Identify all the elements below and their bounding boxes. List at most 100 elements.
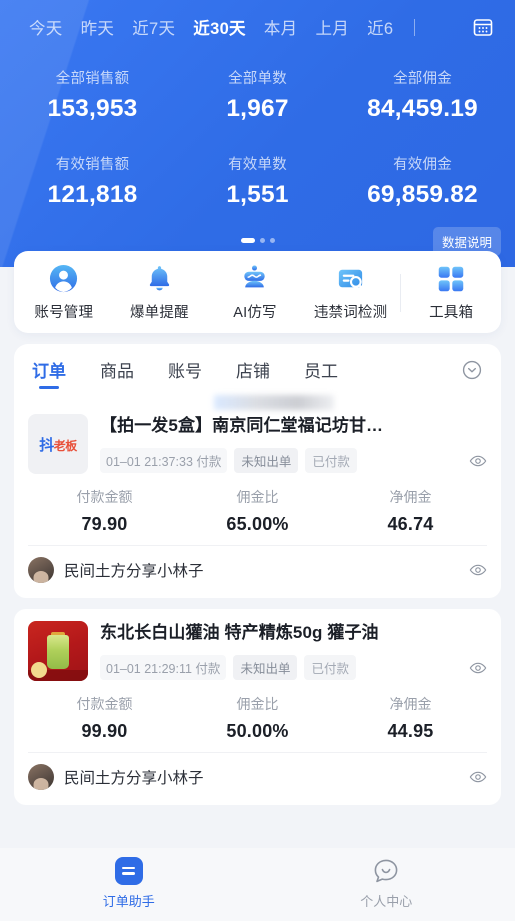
figure-value: 79.90 xyxy=(81,514,128,534)
tab-shops[interactable]: 店铺 xyxy=(236,357,270,389)
status-badge-payment: 已付款 xyxy=(305,448,357,474)
quick-action-label: 工具箱 xyxy=(429,305,474,321)
product-thumbnail[interactable] xyxy=(28,621,88,681)
avatar xyxy=(28,764,54,790)
brand-logo-main: 抖 xyxy=(39,436,54,454)
stat-value: 1,967 xyxy=(226,95,289,122)
figure-label: 净佣金 xyxy=(389,489,432,505)
stat-label: 全部单数 xyxy=(228,71,287,87)
toolbar-divider xyxy=(414,18,416,36)
stats-row-all: 全部销售额 153,953 全部单数 1,967 全部佣金 84,459.19 xyxy=(0,67,515,123)
bell-icon xyxy=(144,263,175,294)
stat-valid-sales: 有效销售额 121,818 xyxy=(10,153,175,209)
order-info: 【拍一发5盒】南京同仁堂福记坊甘… 01–01 21:37:33 付款 未知出单… xyxy=(100,414,487,474)
tab-products[interactable]: 商品 xyxy=(100,357,134,389)
order-card-header: 抖老板 【拍一发5盒】南京同仁堂福记坊甘… 01–01 21:37:33 付款 … xyxy=(28,414,487,474)
stat-label: 有效单数 xyxy=(228,157,287,173)
brand-logo-sub: 老板 xyxy=(53,438,78,453)
nav-item-label: 个人中心 xyxy=(360,893,413,909)
tab-accounts[interactable]: 账号 xyxy=(168,357,202,389)
carousel-dot-2[interactable] xyxy=(259,237,265,243)
carousel-dot-3[interactable] xyxy=(269,237,275,243)
nav-item-order-assistant[interactable]: 订单助手 xyxy=(0,856,258,910)
text-search-icon xyxy=(335,263,366,294)
stat-value: 121,818 xyxy=(47,181,138,208)
figure-value: 46.74 xyxy=(387,514,434,534)
order-meta-row: 01–01 21:29:11 付款 未知出单 已付款 xyxy=(100,655,487,681)
date-tab-this-month[interactable]: 本月 xyxy=(255,13,307,41)
order-assistant-glyph xyxy=(114,856,143,885)
product-image-detail xyxy=(31,662,47,678)
quick-action-order-alert[interactable]: 爆单提醒 xyxy=(112,263,208,322)
order-list[interactable]: 抖老板 【拍一发5盒】南京同仁堂福记坊甘… 01–01 21:37:33 付款 … xyxy=(0,400,515,848)
figure-value: 50.00% xyxy=(226,721,289,741)
order-timestamp: 01–01 21:29:11 付款 xyxy=(100,655,227,681)
stat-total-commission: 全部佣金 84,459.19 xyxy=(340,67,505,123)
summary-stats: 全部销售额 153,953 全部单数 1,967 全部佣金 84,459.19 … xyxy=(0,51,515,209)
bottom-navigation: 订单助手 个人中心 xyxy=(0,848,515,921)
quick-action-label: AI仿写 xyxy=(233,305,277,321)
quick-action-label: 账号管理 xyxy=(34,305,94,321)
quick-actions-bar: 账号管理 爆单提醒 AI仿写 违禁词检测 工具箱 xyxy=(14,251,501,333)
stat-label: 有效佣金 xyxy=(393,157,452,173)
order-card[interactable]: 东北长白山獾油 特产精炼50g 獾子油 01–01 21:29:11 付款 未知… xyxy=(14,609,501,805)
chevron-down-circle-icon[interactable] xyxy=(461,359,483,381)
dashboard-header: 今天 昨天 近7天 近30天 本月 上月 近6 全部销售额 153,953 全部… xyxy=(0,0,515,267)
quick-actions-divider xyxy=(400,273,402,312)
profile-chat-icon xyxy=(371,856,401,886)
stats-row-valid: 有效销售额 121,818 有效单数 1,551 有效佣金 69,859.82 xyxy=(0,153,515,209)
date-range-tabs: 今天 昨天 近7天 近30天 本月 上月 近6 xyxy=(0,0,515,51)
stat-value: 84,459.19 xyxy=(367,95,478,122)
quick-action-account-management[interactable]: 账号管理 xyxy=(16,263,112,322)
figure-payment-amount: 付款金额 79.90 xyxy=(28,487,181,535)
date-tab-last30days[interactable]: 近30天 xyxy=(184,13,255,41)
date-tab-today[interactable]: 今天 xyxy=(20,13,72,41)
quick-action-toolbox[interactable]: 工具箱 xyxy=(403,263,499,322)
owner-name: 民间土方分享小林子 xyxy=(64,563,204,580)
calendar-icon[interactable] xyxy=(471,15,495,39)
order-card[interactable]: 抖老板 【拍一发5盒】南京同仁堂福记坊甘… 01–01 21:37:33 付款 … xyxy=(14,400,501,598)
stat-valid-orders: 有效单数 1,551 xyxy=(175,153,340,209)
product-title[interactable]: 东北长白山獾油 特产精炼50g 獾子油 xyxy=(100,622,487,644)
order-meta-row: 01–01 21:37:33 付款 未知出单 已付款 xyxy=(100,448,487,474)
carousel-dot-1[interactable] xyxy=(240,237,255,243)
eye-icon[interactable] xyxy=(469,659,487,677)
figure-commission-rate: 佣金比 65.00% xyxy=(181,487,334,535)
eye-icon[interactable] xyxy=(469,452,487,470)
order-figures: 付款金额 79.90 佣金比 65.00% 净佣金 46.74 xyxy=(28,474,487,545)
figure-label: 佣金比 xyxy=(236,489,279,505)
user-account-icon xyxy=(48,263,79,294)
eye-icon[interactable] xyxy=(469,561,487,579)
quick-action-ai-rewrite[interactable]: AI仿写 xyxy=(207,263,303,322)
product-thumbnail[interactable]: 抖老板 xyxy=(28,414,88,474)
figure-value: 44.95 xyxy=(387,721,434,741)
tab-orders[interactable]: 订单 xyxy=(32,357,66,389)
date-tab-last-month[interactable]: 上月 xyxy=(306,13,358,41)
redacted-region xyxy=(214,395,334,410)
date-tab-last7days[interactable]: 近7天 xyxy=(123,13,184,41)
order-owner-row[interactable]: 民间土方分享小林子 xyxy=(28,545,487,594)
stat-label: 有效销售额 xyxy=(55,157,130,173)
order-owner-row[interactable]: 民间土方分享小林子 xyxy=(28,752,487,801)
tab-staff[interactable]: 员工 xyxy=(304,357,338,389)
carousel-dots[interactable] xyxy=(240,237,275,243)
figure-commission-rate: 佣金比 50.00% xyxy=(181,694,334,742)
figure-label: 佣金比 xyxy=(236,696,279,712)
product-title[interactable]: 【拍一发5盒】南京同仁堂福记坊甘… xyxy=(100,415,487,437)
product-image-detail xyxy=(47,635,69,670)
stat-value: 69,859.82 xyxy=(367,181,478,208)
content-tabs: 订单 商品 账号 店铺 员工 xyxy=(14,344,501,410)
date-tab-last6[interactable]: 近6 xyxy=(358,13,402,41)
content-tabs-section: 订单 商品 账号 店铺 员工 xyxy=(0,333,515,410)
avatar xyxy=(28,557,54,583)
figure-payment-amount: 付款金额 99.90 xyxy=(28,694,181,742)
date-tab-yesterday[interactable]: 昨天 xyxy=(72,13,124,41)
brand-logo: 抖老板 xyxy=(39,434,77,455)
grid-toolbox-icon xyxy=(436,263,467,294)
figure-net-commission: 净佣金 46.74 xyxy=(334,487,487,535)
nav-item-label: 订单助手 xyxy=(102,893,155,909)
quick-action-banned-word-check[interactable]: 违禁词检测 xyxy=(303,263,399,322)
figure-label: 付款金额 xyxy=(76,696,133,712)
nav-item-profile[interactable]: 个人中心 xyxy=(258,856,515,910)
eye-icon[interactable] xyxy=(469,768,487,786)
